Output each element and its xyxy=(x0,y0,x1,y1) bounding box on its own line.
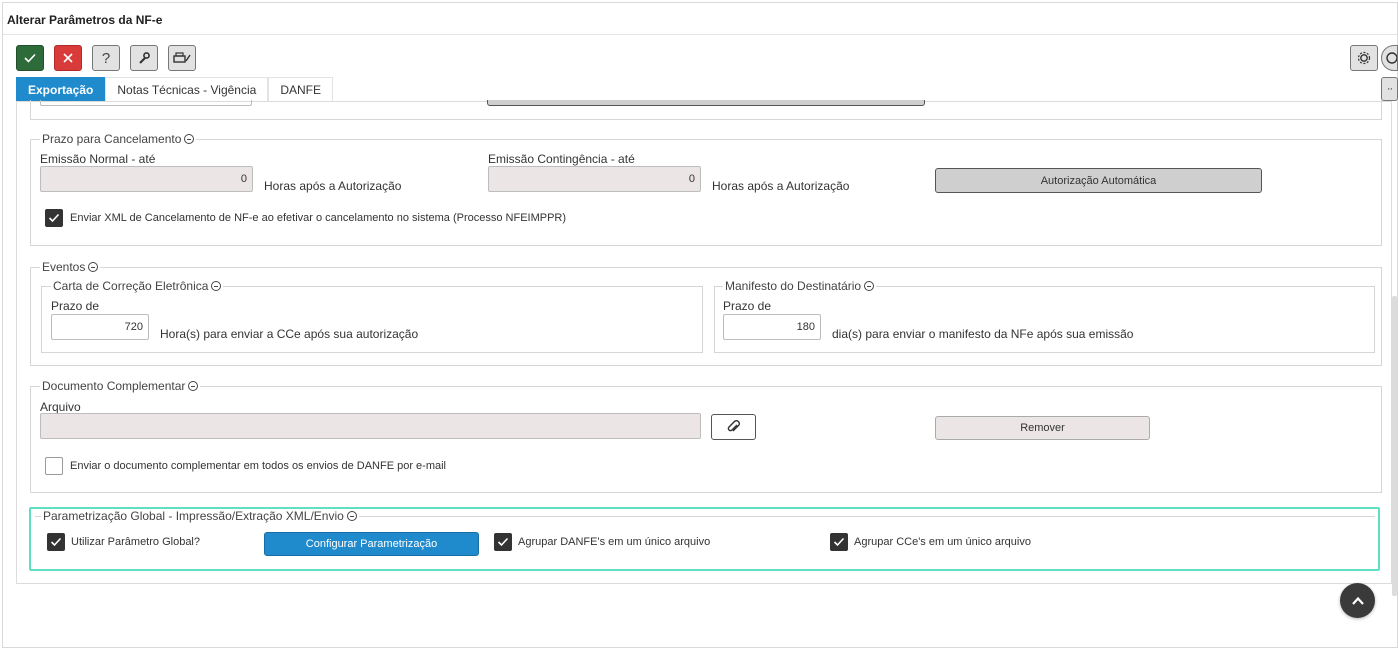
check-icon xyxy=(833,537,845,547)
email-complementar-label: Enviar o documento complementar em todos… xyxy=(70,460,447,472)
agrupar-cce-label: Agrupar CCe's em um único arquivo xyxy=(854,536,1031,548)
search-icon xyxy=(1385,52,1397,64)
check-icon xyxy=(24,53,36,63)
tab-danfe[interactable]: DANFE xyxy=(268,77,333,101)
collapse-icon[interactable] xyxy=(211,281,222,291)
collapse-icon[interactable] xyxy=(864,281,875,291)
manifesto-title: Manifesto do Destinatário xyxy=(725,279,862,293)
agrupar-danfe-label: Agrupar DANFE's em um único arquivo xyxy=(518,536,711,548)
cce-suffix: Hora(s) para enviar a CCe após sua autor… xyxy=(160,327,419,341)
cancelamento-title: Prazo para Cancelamento xyxy=(42,132,182,146)
use-global-checkbox[interactable] xyxy=(47,533,65,551)
emissao-contingencia-input[interactable]: 0 xyxy=(488,166,701,192)
scroll-top-button[interactable] xyxy=(1340,583,1375,618)
paperclip-icon xyxy=(727,420,740,432)
settings-button[interactable] xyxy=(1350,45,1378,71)
check-icon xyxy=(48,213,60,223)
global-legend: Parametrização Global - Impressão/Extraç… xyxy=(41,509,359,523)
window-title: Alterar Parâmetros da NF-e xyxy=(7,13,163,27)
printer-icon xyxy=(173,52,191,63)
tools-button[interactable] xyxy=(130,45,158,71)
configurar-parametrizacao-button[interactable]: Configurar Parametrização xyxy=(264,532,479,556)
cancelamento-legend: Prazo para Cancelamento xyxy=(40,132,197,146)
cce-legend: Carta de Correção Eletrônica xyxy=(51,279,224,293)
documento-section xyxy=(30,386,1382,493)
help-icon: ? xyxy=(101,49,111,67)
title-divider xyxy=(3,34,1397,35)
agrupar-cce-checkbox[interactable] xyxy=(830,533,848,551)
manifesto-prazo-input[interactable]: 180 xyxy=(723,314,821,340)
documento-title: Documento Complementar xyxy=(42,379,186,393)
tab-notas-tecnicas[interactable]: Notas Técnicas - Vigência xyxy=(105,77,269,101)
emissao-normal-label: Emissão Normal - até xyxy=(40,152,156,166)
eventos-legend: Eventos xyxy=(40,260,101,274)
close-icon xyxy=(63,53,73,63)
documento-legend: Documento Complementar xyxy=(40,379,201,393)
collapse-icon[interactable] xyxy=(346,511,357,521)
wrench-icon xyxy=(139,52,150,64)
more-icon: ·· xyxy=(1386,83,1393,95)
confirm-button[interactable] xyxy=(16,45,44,71)
use-global-label: Utilizar Parâmetro Global? xyxy=(71,536,200,548)
arquivo-input[interactable] xyxy=(40,413,701,439)
eventos-title: Eventos xyxy=(42,260,86,274)
emissao-normal-input[interactable]: 0 xyxy=(40,166,253,192)
manifesto-prazo-label: Prazo de xyxy=(723,299,772,313)
remover-button[interactable]: Remover xyxy=(935,416,1150,440)
cut-field-1 xyxy=(40,100,252,106)
gear-icon xyxy=(1357,51,1371,65)
cce-prazo-input[interactable]: 720 xyxy=(51,314,149,340)
check-icon xyxy=(497,537,509,547)
cce-title: Carta de Correção Eletrônica xyxy=(53,279,209,293)
autorizacao-automatica-button[interactable]: Autorização Automática xyxy=(935,168,1262,193)
tab-bar: Exportação Notas Técnicas - Vigência DAN… xyxy=(16,77,333,101)
xml-cancelamento-label: Enviar XML de Cancelamento de NF-e ao ef… xyxy=(70,212,567,224)
help-button[interactable]: ? xyxy=(92,45,120,71)
emissao-contingencia-label: Emissão Contingência - até xyxy=(488,152,635,166)
manifesto-legend: Manifesto do Destinatário xyxy=(723,279,877,293)
emissao-contingencia-suffix: Horas após a Autorização xyxy=(712,179,850,193)
collapse-icon[interactable] xyxy=(188,381,199,391)
collapse-icon[interactable] xyxy=(88,262,99,272)
manifesto-suffix: dia(s) para enviar o manifesto da NFe ap… xyxy=(832,327,1134,341)
global-title: Parametrização Global - Impressão/Extraç… xyxy=(43,509,344,523)
print-button[interactable] xyxy=(168,45,196,71)
xml-cancelamento-checkbox[interactable] xyxy=(45,209,63,227)
scrollbar[interactable] xyxy=(1392,296,1397,596)
emissao-normal-suffix: Horas após a Autorização xyxy=(264,179,402,193)
cut-button xyxy=(487,100,925,106)
tab-exportacao[interactable]: Exportação xyxy=(16,77,106,101)
cancel-button[interactable] xyxy=(54,45,82,71)
agrupar-danfe-checkbox[interactable] xyxy=(494,533,512,551)
arquivo-label: Arquivo xyxy=(40,400,81,414)
email-complementar-checkbox[interactable] xyxy=(45,457,63,475)
chevron-up-icon xyxy=(1351,596,1364,605)
more-button[interactable]: ·· xyxy=(1381,77,1398,101)
collapse-icon[interactable] xyxy=(184,134,195,144)
cce-prazo-label: Prazo de xyxy=(51,299,100,313)
check-icon xyxy=(50,537,62,547)
attach-button[interactable] xyxy=(711,414,756,440)
